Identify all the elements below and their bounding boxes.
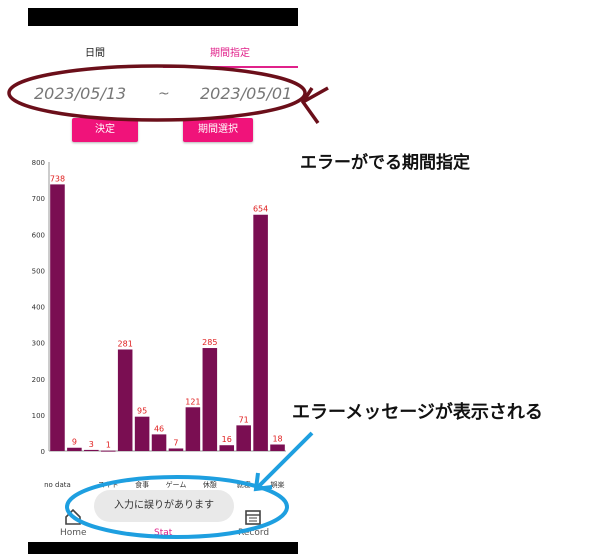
blue-annotation-ellipse [65, 431, 314, 539]
bar-value-label: 281 [118, 339, 133, 348]
y-tick-label: 100 [32, 412, 45, 420]
y-tick-label: 500 [32, 267, 45, 275]
y-tick-label: 400 [32, 304, 45, 312]
y-tick-label: 200 [32, 376, 45, 384]
bar [50, 184, 65, 451]
bottom-bar [28, 542, 298, 554]
y-tick-label: 700 [32, 195, 45, 203]
bar-value-label: 738 [50, 174, 65, 183]
y-tick-label: 0 [41, 448, 45, 456]
annotation-error-message: エラーメッセージが表示される [292, 402, 543, 423]
bar-value-label: 95 [137, 407, 147, 416]
bar-value-label: 121 [185, 397, 200, 406]
y-tick-label: 800 [32, 159, 45, 167]
bar [253, 214, 268, 451]
bars [50, 184, 285, 452]
red-annotation-ellipse [7, 64, 329, 125]
bar-value-label: 285 [202, 338, 217, 347]
y-tick-labels: 0 100 200 300 400 500 600 700 800 [32, 159, 45, 456]
status-bar [28, 8, 298, 26]
bar-value-label: 654 [253, 205, 268, 214]
y-tick-label: 300 [32, 340, 45, 348]
bar-value-label: 71 [239, 415, 249, 424]
annotation-error-period: エラーがでる期間指定 [300, 153, 470, 173]
y-tick-label: 600 [32, 231, 45, 239]
bar-value-labels: 7389 3 128195467121285167165418 [50, 174, 283, 449]
